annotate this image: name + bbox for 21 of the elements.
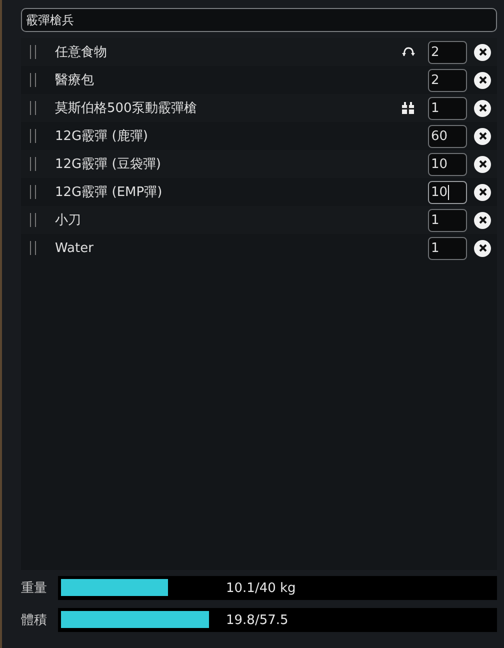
quantity-field[interactable]: 1 [428, 236, 467, 260]
quantity-field[interactable]: 2 [428, 40, 467, 64]
quantity-field[interactable]: 10 [428, 180, 467, 204]
quantity-field[interactable]: 60 [428, 124, 467, 148]
meter-reading: 19.8/57.5 [226, 612, 288, 628]
meter-label: 體積 [21, 612, 48, 629]
quantity-field[interactable]: 2 [428, 68, 467, 92]
loadout-name-field[interactable]: 霰彈槍兵 [21, 8, 497, 32]
quantity-field[interactable]: 1 [428, 96, 467, 120]
meter-reading: 10.1/40 kg [226, 580, 296, 596]
quantity-field[interactable]: 1 [428, 208, 467, 232]
item-name: 12G霰彈 (鹿彈) [55, 128, 149, 145]
quantity-field[interactable]: 10 [428, 152, 467, 176]
item-name: 任意食物 [55, 44, 108, 61]
item-name: 醫療包 [55, 72, 95, 89]
item-name: 12G霰彈 (豆袋彈) [55, 156, 162, 173]
item-name: Water [55, 240, 94, 256]
item-name: 小刀 [55, 212, 82, 229]
item-name: 12G霰彈 (EMP彈) [55, 184, 164, 201]
meter-label: 重量 [21, 580, 48, 597]
item-name: 莫斯伯格500泵動霰彈槍 [55, 100, 198, 117]
